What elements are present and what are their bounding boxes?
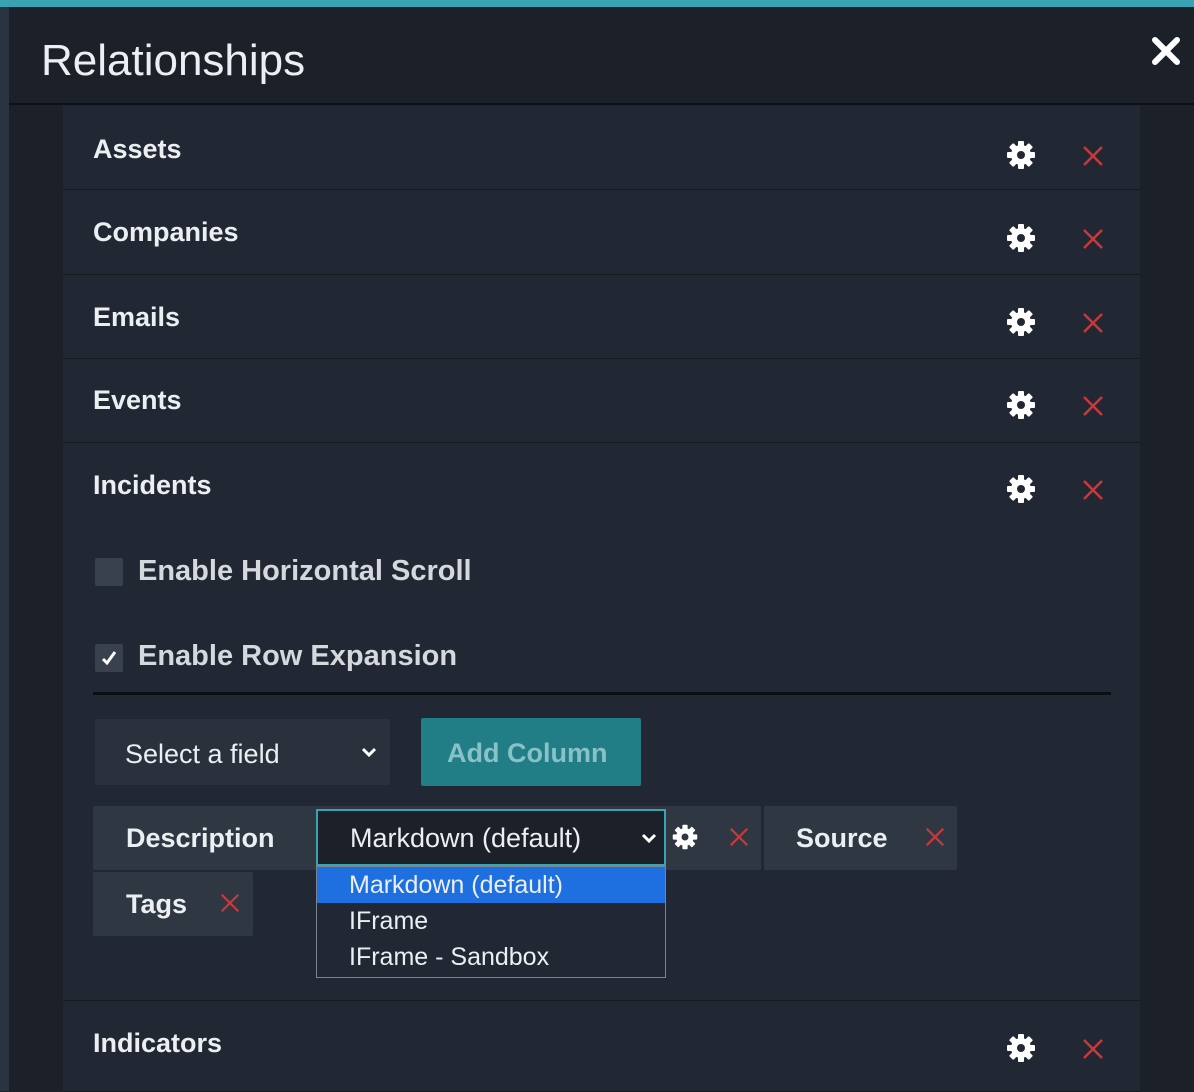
relationship-indicators[interactable]: Indicators (63, 1001, 1140, 1092)
gear-icon[interactable] (1005, 1032, 1037, 1064)
relationship-events[interactable]: Events (63, 359, 1140, 443)
dialog-title: Relationships (41, 36, 306, 85)
relationship-emails[interactable]: Emails (63, 275, 1140, 359)
relationship-label: Indicators (93, 1028, 223, 1058)
relationship-label: Companies (93, 217, 239, 247)
add-column-label: Add Column (447, 738, 608, 768)
delete-x-icon[interactable] (1081, 478, 1105, 502)
renderer-option[interactable]: IFrame (317, 903, 665, 939)
relationship-label: Assets (93, 134, 182, 164)
column-chip-label: Description (126, 823, 275, 853)
row-expansion-checkbox[interactable] (95, 644, 123, 672)
renderer-option[interactable]: Markdown (default) (317, 867, 665, 903)
renderer-select-value: Markdown (default) (350, 823, 582, 853)
field-select-value: Select a field (125, 739, 280, 769)
remove-column-icon[interactable] (219, 892, 241, 914)
delete-x-icon[interactable] (1081, 394, 1105, 418)
gear-icon[interactable] (1005, 473, 1037, 505)
delete-x-icon[interactable] (1081, 227, 1105, 251)
renderer-option[interactable]: IFrame - Sandbox (317, 939, 665, 975)
dialog-header: Relationships (9, 7, 1194, 105)
remove-column-icon[interactable] (728, 826, 750, 848)
gear-icon[interactable] (1005, 306, 1037, 338)
chevron-down-icon (361, 747, 377, 758)
left-edge (0, 7, 9, 1091)
right-gutter (1140, 105, 1194, 1091)
column-chip-tags: Tags (93, 872, 253, 936)
renderer-option-label: IFrame (349, 907, 429, 935)
renderer-option-label: IFrame - Sandbox (349, 943, 550, 971)
gear-icon[interactable] (1005, 222, 1037, 254)
checkmark-icon (101, 651, 117, 666)
horizontal-scroll-label: Enable Horizontal Scroll (138, 555, 472, 587)
gear-icon[interactable] (671, 823, 699, 851)
column-chip-source: Source (764, 806, 957, 870)
close-icon[interactable] (1148, 33, 1184, 69)
add-column-button[interactable]: Add Column (421, 718, 641, 786)
renderer-dropdown-list: Markdown (default) IFrame IFrame - Sandb… (316, 866, 666, 978)
delete-x-icon[interactable] (1081, 1037, 1105, 1061)
left-gutter (9, 105, 63, 1091)
gear-icon[interactable] (1005, 139, 1037, 171)
section-divider (93, 692, 1111, 695)
delete-x-icon[interactable] (1081, 311, 1105, 335)
gear-icon[interactable] (1005, 389, 1037, 421)
horizontal-scroll-checkbox[interactable] (95, 558, 123, 586)
remove-column-icon[interactable] (924, 826, 946, 848)
renderer-option-label: Markdown (default) (349, 871, 563, 899)
relationship-label: Events (93, 385, 182, 415)
relationship-assets[interactable]: Assets (63, 105, 1140, 190)
column-chip-label: Source (796, 823, 888, 853)
column-chip-label: Tags (126, 889, 188, 919)
chevron-down-icon (641, 833, 657, 844)
relationship-label: Emails (93, 302, 181, 332)
relationship-companies[interactable]: Companies (63, 190, 1140, 275)
field-select[interactable]: Select a field (95, 719, 390, 785)
row-expansion-label: Enable Row Expansion (138, 640, 458, 672)
delete-x-icon[interactable] (1081, 144, 1105, 168)
relationship-label: Incidents (93, 470, 212, 500)
renderer-select[interactable]: Markdown (default) (316, 809, 666, 866)
top-accent-bar (0, 0, 1194, 7)
